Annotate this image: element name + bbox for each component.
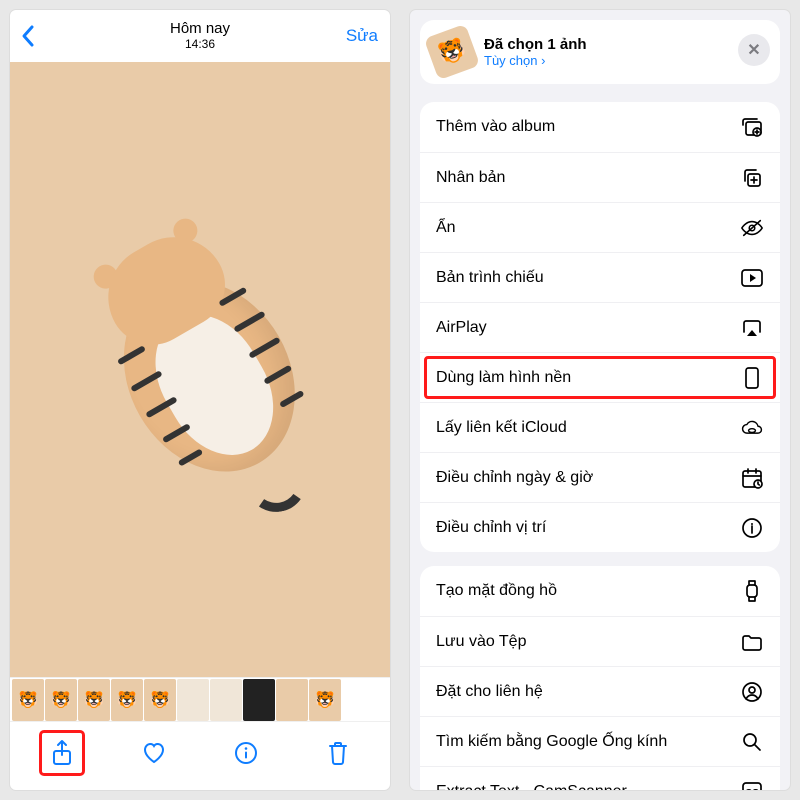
share-button[interactable] — [40, 731, 84, 775]
cs-icon: CS — [740, 781, 764, 791]
trash-icon — [327, 740, 349, 766]
action-contact[interactable]: Đặt cho liên hệ — [420, 666, 780, 716]
action-label: Thêm vào album — [436, 118, 555, 136]
play-rect-icon — [740, 268, 764, 288]
thumbnail[interactable] — [210, 679, 242, 721]
thumbnail[interactable]: 🐯 — [144, 679, 176, 721]
nav-title-time: 14:36 — [170, 38, 230, 52]
duplicate-icon — [740, 167, 764, 189]
edit-button[interactable]: Sửa — [346, 26, 378, 46]
thumbnail[interactable]: 🐯 — [78, 679, 110, 721]
album-add-icon — [740, 116, 764, 138]
action-label: Ẩn — [436, 219, 456, 237]
thumbnail-strip[interactable]: 🐯 🐯 🐯 🐯 🐯 🐯 — [10, 677, 390, 722]
action-calendar[interactable]: Điều chỉnh ngày & giờ — [420, 452, 780, 502]
thumbnail[interactable]: 🐯 — [12, 679, 44, 721]
info-icon — [234, 741, 258, 765]
action-cs[interactable]: Extract Text - CamScanner CS — [420, 766, 780, 790]
close-button[interactable]: ✕ — [738, 34, 770, 66]
phone-icon — [740, 366, 764, 390]
thumbnail-current[interactable]: 🐯 — [309, 679, 341, 721]
sheet-options-link[interactable]: Tùy chọn › — [484, 53, 587, 68]
close-icon: ✕ — [747, 40, 760, 60]
photos-photo-view: Hôm nay 14:36 Sửa 🐯 🐯 🐯 🐯 🐯 — [10, 10, 390, 790]
action-label: Đặt cho liên hệ — [436, 683, 543, 701]
action-label: Tạo mặt đồng hồ — [436, 582, 557, 600]
action-label: Extract Text - CamScanner — [436, 783, 627, 791]
action-label: Lấy liên kết iCloud — [436, 419, 567, 437]
sheet-thumbnail: 🐯 — [424, 24, 480, 80]
location-pin-icon — [740, 517, 764, 539]
sheet-actions[interactable]: Thêm vào album Nhân bản Ẩn Bản trình chiếu A… — [410, 88, 790, 790]
nav-bar: Hôm nay 14:36 Sửa — [10, 10, 390, 62]
heart-icon — [141, 741, 167, 765]
svg-text:CS: CS — [745, 788, 759, 791]
action-watch[interactable]: Tạo mặt đồng hồ — [420, 566, 780, 616]
eye-off-icon — [740, 218, 764, 238]
nav-title: Hôm nay 14:36 — [170, 20, 230, 51]
action-duplicate[interactable]: Nhân bản — [420, 152, 780, 202]
photo-preview[interactable] — [10, 62, 390, 677]
action-label: Tìm kiếm bằng Google Ống kính — [436, 733, 667, 751]
folder-icon — [740, 632, 764, 652]
thumbnail[interactable] — [276, 679, 308, 721]
action-location-pin[interactable]: Điều chỉnh vị trí — [420, 502, 780, 552]
favorite-button[interactable] — [132, 731, 176, 775]
action-label: Điều chỉnh vị trí — [436, 519, 546, 537]
contact-icon — [740, 681, 764, 703]
airplay-icon — [740, 318, 764, 338]
action-folder[interactable]: Lưu vào Tệp — [420, 616, 780, 666]
action-label: Điều chỉnh ngày & giờ — [436, 469, 593, 487]
action-cloud-link[interactable]: Lấy liên kết iCloud — [420, 402, 780, 452]
thumbnail[interactable] — [177, 679, 209, 721]
action-label: Nhân bản — [436, 169, 505, 187]
action-album-add[interactable]: Thêm vào album — [420, 102, 780, 152]
bottom-toolbar — [10, 722, 390, 784]
nav-title-day: Hôm nay — [170, 20, 230, 37]
search-icon — [740, 731, 764, 753]
action-label: Lưu vào Tệp — [436, 633, 526, 651]
action-search[interactable]: Tìm kiếm bằng Google Ống kính — [420, 716, 780, 766]
share-sheet: 🐯 Đã chọn 1 ảnh Tùy chọn › ✕ Thêm vào al… — [410, 10, 790, 790]
share-icon — [50, 739, 74, 767]
action-label: AirPlay — [436, 319, 487, 337]
action-phone[interactable]: Dùng làm hình nền — [420, 352, 780, 402]
sheet-header: 🐯 Đã chọn 1 ảnh Tùy chọn › ✕ — [420, 20, 780, 84]
info-button[interactable] — [224, 731, 268, 775]
cloud-link-icon — [740, 418, 764, 438]
thumbnail[interactable]: 🐯 — [45, 679, 77, 721]
sheet-title: Đã chọn 1 ảnh — [484, 36, 587, 53]
action-play-rect[interactable]: Bản trình chiếu — [420, 252, 780, 302]
thumbnail[interactable]: 🐯 — [111, 679, 143, 721]
action-group-1: Thêm vào album Nhân bản Ẩn Bản trình chiếu A… — [420, 102, 780, 552]
action-eye-off[interactable]: Ẩn — [420, 202, 780, 252]
delete-button[interactable] — [316, 731, 360, 775]
thumbnail[interactable] — [243, 679, 275, 721]
photo-content-tiger — [25, 182, 374, 557]
calendar-icon — [740, 467, 764, 489]
action-group-2: Tạo mặt đồng hồ Lưu vào Tệp Đặt cho liên h… — [420, 566, 780, 790]
back-button[interactable] — [20, 24, 36, 48]
watch-icon — [740, 579, 764, 603]
action-label: Bản trình chiếu — [436, 269, 544, 287]
action-label: Dùng làm hình nền — [436, 369, 571, 387]
action-airplay[interactable]: AirPlay — [420, 302, 780, 352]
